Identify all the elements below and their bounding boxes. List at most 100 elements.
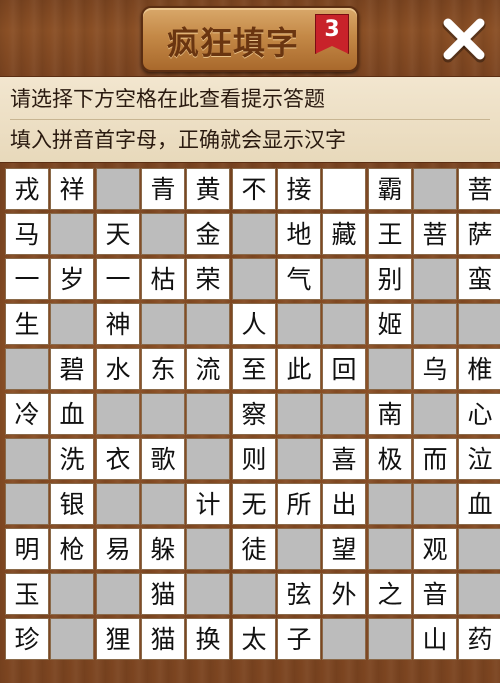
grid-cell[interactable]: 药 bbox=[458, 618, 500, 660]
grid-cell[interactable]: 水 bbox=[96, 348, 140, 390]
grid-cell[interactable]: 太 bbox=[232, 618, 276, 660]
blocked-cell bbox=[322, 618, 366, 660]
grid-cell[interactable]: 狸 bbox=[96, 618, 140, 660]
grid-cell[interactable]: 察 bbox=[232, 393, 276, 435]
grid-cell[interactable]: 菩 bbox=[413, 213, 457, 255]
grid-cell[interactable]: 一 bbox=[96, 258, 140, 300]
grid-cell[interactable]: 之 bbox=[368, 573, 412, 615]
grid-cell[interactable]: 心 bbox=[458, 393, 500, 435]
grid-cell[interactable]: 观 bbox=[413, 528, 457, 570]
hint-instruction-select: 请选择下方空格在此查看提示答题 bbox=[10, 79, 490, 120]
grid-cell[interactable]: 王 bbox=[368, 213, 412, 255]
grid-cell[interactable]: 神 bbox=[96, 303, 140, 345]
blocked-cell bbox=[232, 573, 276, 615]
hint-instruction-pinyin: 填入拼音首字母，正确就会显示汉字 bbox=[10, 128, 346, 152]
grid-cell[interactable]: 洗 bbox=[50, 438, 94, 480]
blocked-cell bbox=[413, 258, 457, 300]
grid-cell[interactable]: 南 bbox=[368, 393, 412, 435]
blocked-cell bbox=[141, 483, 185, 525]
blocked-cell bbox=[458, 303, 500, 345]
grid-cell[interactable]: 而 bbox=[413, 438, 457, 480]
grid-cell[interactable]: 萨 bbox=[458, 213, 500, 255]
grid-cell[interactable]: 极 bbox=[368, 438, 412, 480]
grid-cell[interactable]: 天 bbox=[96, 213, 140, 255]
grid-cell[interactable]: 金 bbox=[186, 213, 230, 255]
grid-cell[interactable]: 计 bbox=[186, 483, 230, 525]
close-button[interactable] bbox=[438, 14, 490, 66]
grid-cell[interactable]: 碧 bbox=[50, 348, 94, 390]
grid-cell[interactable]: 祥 bbox=[50, 168, 94, 210]
grid-cell[interactable]: 马 bbox=[5, 213, 49, 255]
grid-cell[interactable]: 人 bbox=[232, 303, 276, 345]
grid-cell[interactable]: 气 bbox=[277, 258, 321, 300]
grid-cell[interactable]: 蛮 bbox=[458, 258, 500, 300]
grid-cell[interactable]: 躲 bbox=[141, 528, 185, 570]
grid-cell[interactable]: 姬 bbox=[368, 303, 412, 345]
level-badge: 3 bbox=[315, 14, 349, 54]
grid-cell[interactable]: 珍 bbox=[5, 618, 49, 660]
blocked-cell bbox=[96, 393, 140, 435]
grid-cell[interactable]: 换 bbox=[186, 618, 230, 660]
blocked-cell bbox=[322, 303, 366, 345]
grid-cell[interactable]: 此 bbox=[277, 348, 321, 390]
blocked-cell bbox=[96, 573, 140, 615]
grid-cell[interactable]: 流 bbox=[186, 348, 230, 390]
grid-cell[interactable]: 猫 bbox=[141, 573, 185, 615]
blocked-cell bbox=[368, 348, 412, 390]
header-bar: 疯狂填字 3 bbox=[0, 0, 500, 76]
grid-cell[interactable]: 音 bbox=[413, 573, 457, 615]
grid-cell[interactable]: 东 bbox=[141, 348, 185, 390]
grid-cell[interactable]: 不 bbox=[232, 168, 276, 210]
grid-cell[interactable]: 血 bbox=[458, 483, 500, 525]
grid-cell[interactable]: 地 bbox=[277, 213, 321, 255]
grid-cell[interactable]: 望 bbox=[322, 528, 366, 570]
grid-cell[interactable]: 冷 bbox=[5, 393, 49, 435]
grid-cell[interactable]: 生 bbox=[5, 303, 49, 345]
blocked-cell bbox=[5, 438, 49, 480]
grid-cell[interactable]: 泣 bbox=[458, 438, 500, 480]
grid-cell[interactable]: 回 bbox=[322, 348, 366, 390]
grid-cell[interactable]: 喜 bbox=[322, 438, 366, 480]
grid-cell[interactable]: 菩 bbox=[458, 168, 500, 210]
grid-cell[interactable]: 青 bbox=[141, 168, 185, 210]
grid-cell[interactable]: 明 bbox=[5, 528, 49, 570]
grid-cell[interactable]: 无 bbox=[232, 483, 276, 525]
grid-cell[interactable]: 猫 bbox=[141, 618, 185, 660]
blocked-cell bbox=[141, 393, 185, 435]
grid-cell[interactable]: 霸 bbox=[368, 168, 412, 210]
grid-cell[interactable]: 银 bbox=[50, 483, 94, 525]
grid-cell[interactable]: 玉 bbox=[5, 573, 49, 615]
grid-cell[interactable]: 至 bbox=[232, 348, 276, 390]
grid-cell[interactable]: 别 bbox=[368, 258, 412, 300]
grid-cell[interactable] bbox=[322, 168, 366, 210]
blocked-cell bbox=[413, 483, 457, 525]
grid-cell[interactable]: 衣 bbox=[96, 438, 140, 480]
grid-cell[interactable]: 戎 bbox=[5, 168, 49, 210]
grid-cell[interactable]: 易 bbox=[96, 528, 140, 570]
blocked-cell bbox=[368, 618, 412, 660]
grid-cell[interactable]: 乌 bbox=[413, 348, 457, 390]
grid-cell[interactable]: 一 bbox=[5, 258, 49, 300]
blocked-cell bbox=[322, 393, 366, 435]
blocked-cell bbox=[277, 303, 321, 345]
grid-cell[interactable]: 则 bbox=[232, 438, 276, 480]
grid-cell[interactable]: 椎 bbox=[458, 348, 500, 390]
grid-cell[interactable]: 接 bbox=[277, 168, 321, 210]
grid-cell[interactable]: 荣 bbox=[186, 258, 230, 300]
blocked-cell bbox=[186, 528, 230, 570]
grid-cell[interactable]: 枪 bbox=[50, 528, 94, 570]
grid-cell[interactable]: 血 bbox=[50, 393, 94, 435]
grid-cell[interactable]: 出 bbox=[322, 483, 366, 525]
grid-cell[interactable]: 歌 bbox=[141, 438, 185, 480]
grid-cell[interactable]: 枯 bbox=[141, 258, 185, 300]
grid-cell[interactable]: 黄 bbox=[186, 168, 230, 210]
grid-cell[interactable]: 岁 bbox=[50, 258, 94, 300]
grid-cell[interactable]: 外 bbox=[322, 573, 366, 615]
grid-cell[interactable]: 所 bbox=[277, 483, 321, 525]
grid-cell[interactable]: 山 bbox=[413, 618, 457, 660]
grid-cell[interactable]: 藏 bbox=[322, 213, 366, 255]
blocked-cell bbox=[141, 303, 185, 345]
grid-cell[interactable]: 子 bbox=[277, 618, 321, 660]
grid-cell[interactable]: 徒 bbox=[232, 528, 276, 570]
grid-cell[interactable]: 弦 bbox=[277, 573, 321, 615]
